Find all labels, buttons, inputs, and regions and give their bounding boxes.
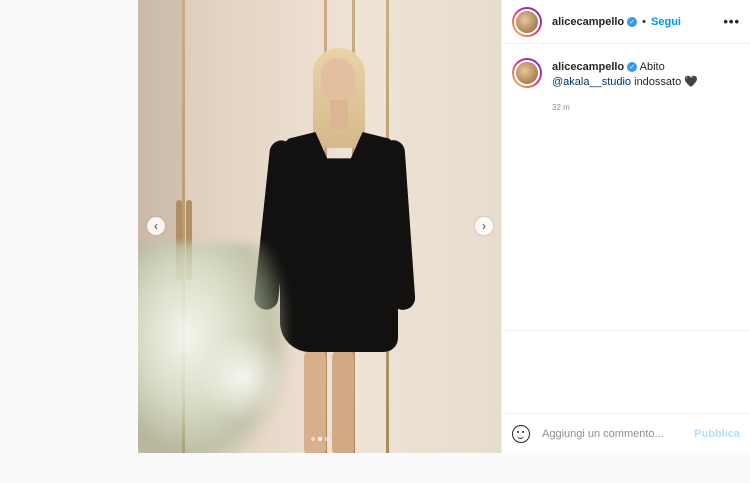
add-comment-bar: Pubblica	[502, 413, 750, 453]
model-face	[321, 58, 355, 104]
carousel-next-button[interactable]: ›	[475, 217, 493, 235]
avatar[interactable]	[512, 58, 542, 88]
username-link[interactable]: alicecampello	[552, 16, 624, 28]
caption-text-end: indossato 🖤	[631, 76, 698, 88]
publish-button[interactable]: Pubblica	[694, 428, 740, 440]
post-photo[interactable]: ‹ ›	[138, 0, 501, 453]
caption-comment: alicecampello ✓ Abito @akala__studio indo…	[502, 44, 750, 115]
carousel-dot	[324, 437, 329, 441]
chevron-left-icon: ‹	[154, 219, 158, 233]
comment-input[interactable]	[542, 427, 695, 440]
caption-text: Abito	[639, 61, 665, 73]
verified-badge-icon: ✓	[627, 16, 638, 27]
more-options-icon[interactable]: •••	[723, 14, 740, 29]
carousel-dot	[310, 437, 315, 441]
separator-dot: •	[642, 15, 647, 28]
post-header: alicecampello ✓ • Segui •••	[502, 0, 750, 44]
post-timestamp[interactable]: 32 m	[552, 100, 740, 115]
follow-button[interactable]: Segui	[651, 16, 681, 28]
blurred-flowers	[198, 333, 288, 423]
avatar[interactable]	[512, 6, 542, 37]
carousel-dot-active	[317, 437, 322, 441]
model-leg	[332, 348, 354, 453]
emoji-icon[interactable]	[512, 424, 530, 443]
mention-link[interactable]: @akala__studio	[552, 76, 631, 88]
black-dress	[280, 132, 398, 352]
model-neck	[330, 100, 348, 130]
carousel-dots	[310, 437, 329, 441]
verified-badge-icon: ✓	[627, 62, 638, 73]
caption-body: alicecampello ✓ Abito @akala__studio indo…	[552, 58, 740, 115]
caption-username[interactable]: alicecampello	[552, 61, 624, 73]
chevron-right-icon: ›	[482, 219, 486, 233]
instagram-post: ‹ › alicecampello ✓ • Segui ••• alicecam…	[138, 0, 750, 453]
divider	[502, 330, 750, 331]
carousel-prev-button[interactable]: ‹	[147, 217, 165, 235]
post-sidebar: alicecampello ✓ • Segui ••• alicecampell…	[501, 0, 750, 453]
